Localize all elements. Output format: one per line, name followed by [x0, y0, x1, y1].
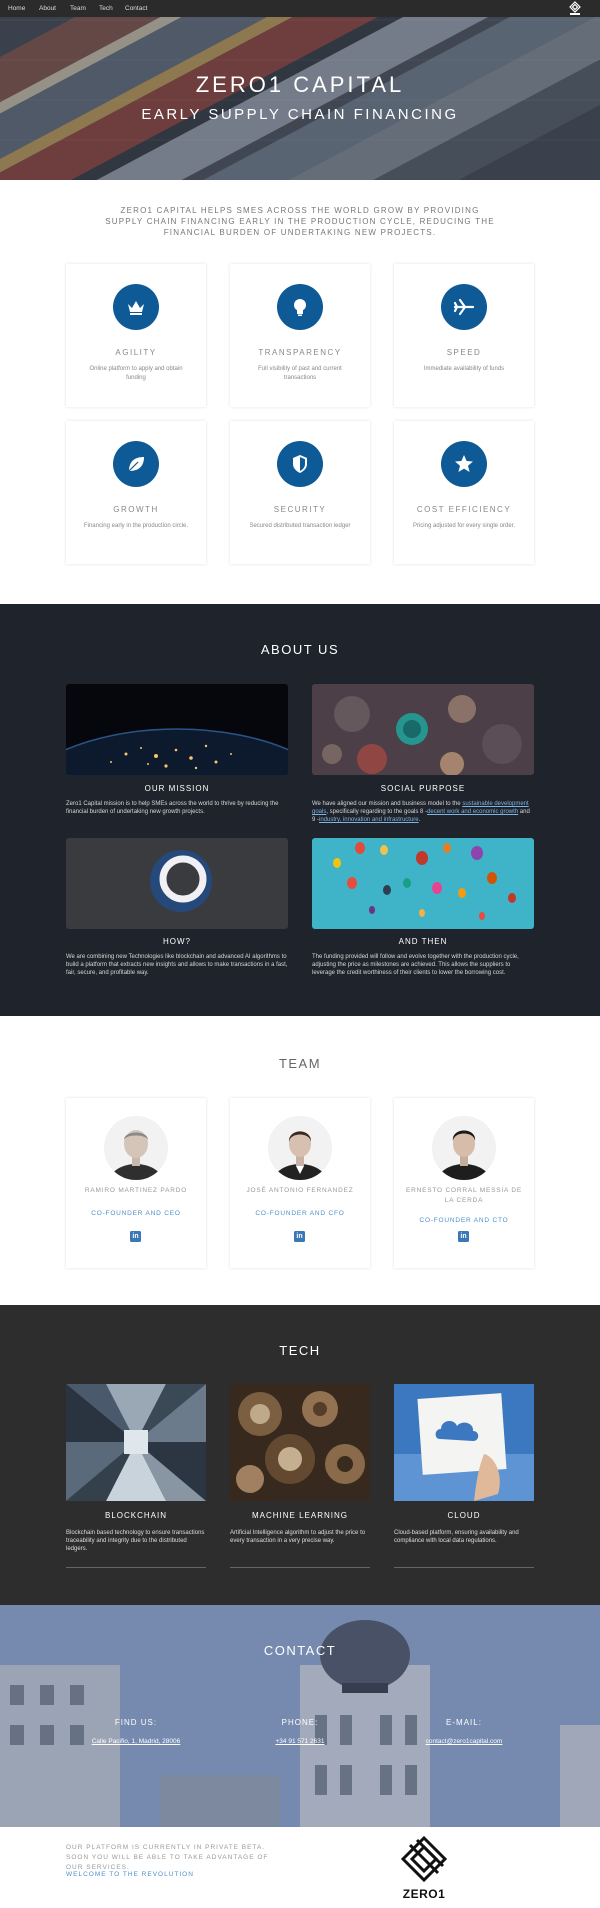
email-label: E-MAIL:: [446, 1718, 482, 1727]
linkedin-icon[interactable]: in: [294, 1231, 305, 1242]
team-member-name: JOSÉ ANTONIO FERNANDEZ: [246, 1187, 354, 1194]
feature-title: SECURITY: [273, 505, 327, 514]
nav-about[interactable]: About: [39, 5, 56, 12]
team-member-role: CO-FOUNDER AND CTO: [419, 1217, 509, 1224]
feature-title: COST EFFICIENCY: [416, 505, 512, 514]
intro-text: ZERO1 CAPITAL HELPS SMES ACROSS THE WORL…: [105, 206, 495, 237]
footer-logo-text: ZERO1: [402, 1887, 446, 1901]
welcome-link[interactable]: WELCOME TO THE REVOLUTION: [66, 1871, 194, 1878]
blockchain-text: Blockchain based technology to ensure tr…: [66, 1530, 205, 1552]
avatar: [268, 1116, 332, 1180]
tech-title: TECH: [279, 1343, 321, 1358]
top-nav: Home About Team Tech Contact: [0, 0, 600, 17]
zero1-logo-icon: [400, 1835, 448, 1883]
star-icon: [441, 441, 487, 487]
feature-title: SPEED: [446, 348, 482, 357]
mission-text: Zero1 Capital mission is to help SMEs ac…: [66, 801, 279, 815]
team-title: TEAM: [278, 1056, 322, 1071]
feature-title: TRANSPARENCY: [258, 348, 342, 357]
footer-text: OUR PLATFORM IS CURRENTLY IN PRIVATE BET…: [66, 1844, 269, 1871]
crowd-market-image: [312, 684, 534, 775]
divider: [230, 1567, 370, 1568]
nav-contact[interactable]: Contact: [125, 5, 147, 12]
leaf-icon: [113, 441, 159, 487]
blockchain-image: [66, 1384, 206, 1501]
lightbulb-icon: [277, 284, 323, 330]
feature-card-speed: SPEED Immediate availability of funds: [394, 264, 534, 407]
city-building-background: [0, 1605, 600, 1827]
cloud-title: CLOUD: [447, 1511, 481, 1520]
then-title: AND THEN: [398, 937, 448, 946]
airplane-icon: [441, 284, 487, 330]
team-member-role: CO-FOUNDER AND CFO: [255, 1210, 345, 1217]
team-card-ramiro: RAMIRO MARTINEZ PARDO CO-FOUNDER AND CEO…: [66, 1098, 206, 1268]
address-link[interactable]: Calle Pacifio, 1, Madrid, 28006: [56, 1738, 216, 1745]
nav-tech[interactable]: Tech: [99, 5, 113, 12]
team-member-name: RAMIRO MARTINEZ PARDO: [84, 1187, 188, 1194]
avatar: [104, 1116, 168, 1180]
feature-desc: Full visibility of past and current tran…: [258, 366, 342, 381]
about-title: ABOUT US: [260, 642, 340, 657]
hero: ZERO1 CAPITAL EARLY SUPPLY CHAIN FINANCI…: [0, 0, 600, 180]
phone-label: PHONE:: [281, 1718, 319, 1727]
earth-night-image: [66, 684, 288, 775]
hero-subtitle: EARLY SUPPLY CHAIN FINANCING: [141, 106, 459, 123]
divider: [66, 1567, 206, 1568]
avatar: [432, 1116, 496, 1180]
cloud-image: [394, 1384, 534, 1501]
feature-card-transparency: TRANSPARENCY Full visibility of past and…: [230, 264, 370, 407]
find-us-label: FIND US:: [114, 1718, 158, 1727]
divider: [394, 1567, 534, 1568]
ring-image: [66, 838, 288, 929]
feature-desc: Financing early in the production circle…: [83, 523, 189, 529]
phone-link[interactable]: +34 91 571 2631: [220, 1738, 380, 1745]
nav-team[interactable]: Team: [70, 5, 86, 12]
contact-section: CONTACT FIND US: Calle Pacifio, 1, Madri…: [0, 1605, 600, 1827]
team-member-role: CO-FOUNDER AND CEO: [91, 1210, 181, 1217]
blockchain-title: BLOCKCHAIN: [104, 1511, 167, 1520]
machine-learning-text: Artificial Intelligence algorithm to adj…: [230, 1530, 366, 1544]
crown-icon: [113, 284, 159, 330]
how-title: HOW?: [163, 937, 191, 946]
nav-home[interactable]: Home: [8, 5, 25, 12]
balloons-image: [312, 838, 534, 929]
feature-desc: Pricing adjusted for every single order.: [412, 523, 516, 529]
how-text: We are combining new Technologies like b…: [66, 954, 288, 976]
feature-card-cost-efficiency: COST EFFICIENCY Pricing adjusted for eve…: [394, 421, 534, 564]
social-title: SOCIAL PURPOSE: [380, 784, 466, 793]
team-member-name: ERNESTO CORRAL MESSIA DE LA CERDA: [406, 1187, 523, 1204]
feature-card-security: SECURITY Secured distributed transaction…: [230, 421, 370, 564]
about-section: ABOUT US OUR MISSION Zero1 Capital missi…: [0, 604, 600, 1016]
goal-8-link[interactable]: decent work and economic growth: [427, 809, 518, 815]
feature-title: GROWTH: [113, 505, 159, 514]
social-text: We have aligned our mission and business…: [312, 801, 530, 823]
footer: OUR PLATFORM IS CURRENTLY IN PRIVATE BET…: [0, 1827, 600, 1908]
cloud-text: Cloud-based platform, ensuring availabil…: [394, 1530, 519, 1544]
feature-card-agility: AGILITY Online platform to apply and obt…: [66, 264, 206, 407]
goal-9-link[interactable]: industry, innovation and infrastructure: [319, 817, 419, 823]
email-link[interactable]: contact@zero1capital.com: [384, 1738, 544, 1745]
shield-icon: [277, 441, 323, 487]
contact-title: CONTACT: [263, 1643, 337, 1658]
team-card-jose: JOSÉ ANTONIO FERNANDEZ CO-FOUNDER AND CF…: [230, 1098, 370, 1268]
feature-desc: Secured distributed transaction ledger: [249, 523, 351, 529]
mission-title: OUR MISSION: [144, 784, 210, 793]
linkedin-icon[interactable]: in: [130, 1231, 141, 1242]
feature-title: AGILITY: [115, 348, 157, 357]
hero-title: ZERO1 CAPITAL: [195, 72, 405, 97]
feature-desc: Immediate availability of funds: [423, 366, 505, 372]
machine-learning-title: MACHINE LEARNING: [251, 1511, 348, 1520]
zero1-logo-icon[interactable]: [568, 1, 582, 16]
linkedin-icon[interactable]: in: [458, 1231, 469, 1242]
feature-card-growth: GROWTH Financing early in the production…: [66, 421, 206, 564]
tech-section: TECH BLOCKCHAIN Blockchain based technol…: [0, 1305, 600, 1605]
feature-desc: Online platform to apply and obtain fund…: [89, 366, 183, 381]
machine-gears-image: [230, 1384, 370, 1501]
team-card-ernesto: ERNESTO CORRAL MESSIA DE LA CERDA CO-FOU…: [394, 1098, 534, 1268]
then-text: The funding provided will follow and evo…: [312, 954, 519, 976]
